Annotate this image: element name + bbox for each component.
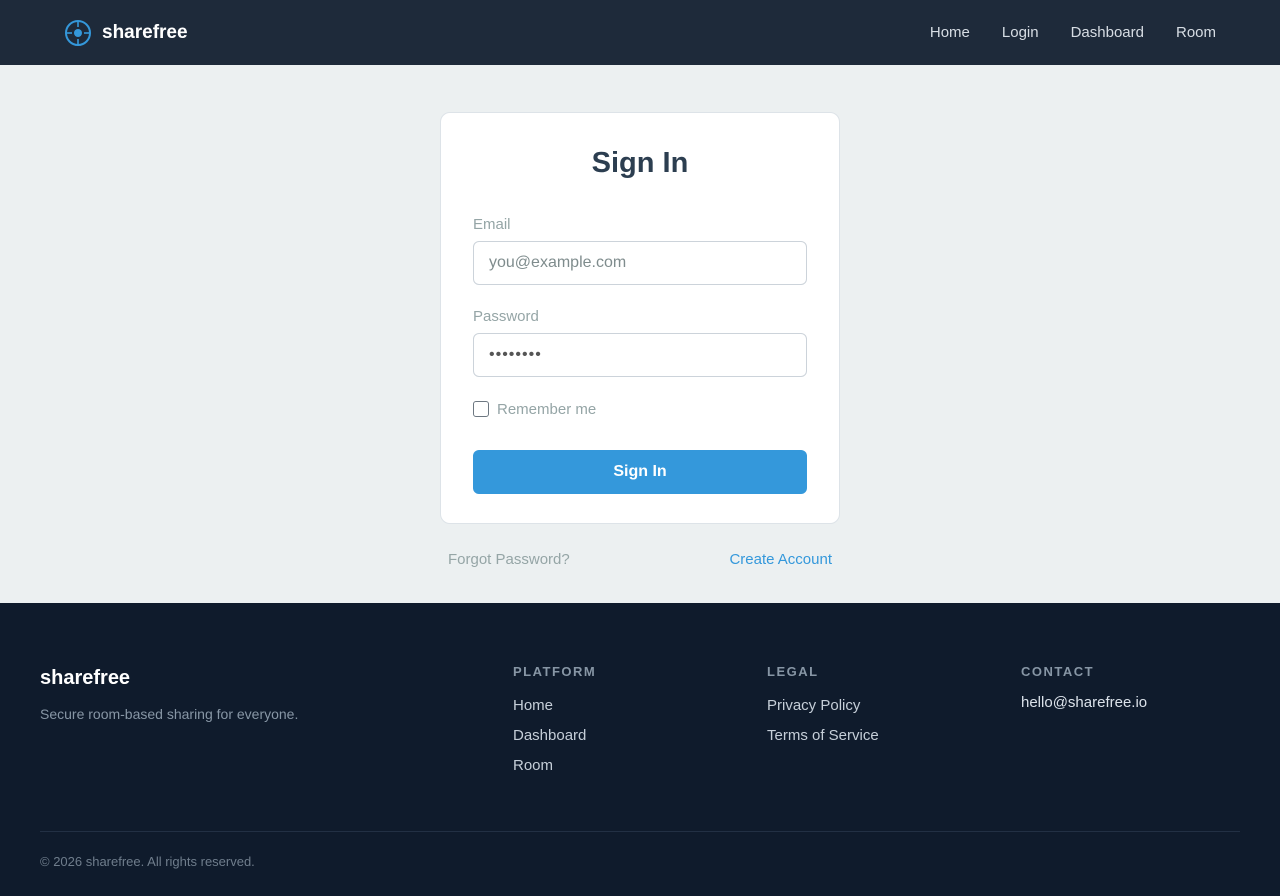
remember-checkbox[interactable]: [473, 401, 489, 417]
brand[interactable]: sharefree: [64, 19, 188, 47]
remember-label[interactable]: Remember me: [497, 401, 596, 418]
footer-platform-heading: PLATFORM: [513, 664, 597, 679]
forgot-password-link[interactable]: Forgot Password?: [448, 551, 570, 568]
footer-link-dashboard[interactable]: Dashboard: [513, 727, 596, 744]
brand-name: sharefree: [102, 21, 188, 43]
footer-link-privacy[interactable]: Privacy Policy: [767, 697, 879, 714]
footer-legal-column: LEGAL Privacy Policy Terms of Service: [767, 664, 879, 757]
footer-contact-email[interactable]: hello@sharefree.io: [1021, 694, 1147, 711]
footer-link-home[interactable]: Home: [513, 697, 596, 714]
site-footer: sharefree Secure room-based sharing for …: [0, 603, 1280, 896]
nav-dashboard[interactable]: Dashboard: [1071, 24, 1144, 41]
footer-link-terms[interactable]: Terms of Service: [767, 727, 879, 744]
footer-contact-heading: CONTACT: [1021, 664, 1095, 679]
footer-divider: [40, 831, 1240, 832]
signin-button[interactable]: Sign In: [473, 450, 807, 494]
email-label: Email: [473, 216, 511, 233]
auth-links: Forgot Password? Create Account: [448, 551, 832, 568]
footer-legal-heading: LEGAL: [767, 664, 819, 679]
top-navbar: sharefree Home Login Dashboard Room: [0, 0, 1280, 65]
footer-contact-column: CONTACT hello@sharefree.io: [1021, 664, 1147, 711]
main-nav: Home Login Dashboard Room: [930, 24, 1216, 41]
password-label: Password: [473, 308, 539, 325]
footer-brand: sharefree: [40, 667, 131, 689]
target-crosshair-icon: [64, 19, 92, 47]
create-account-link[interactable]: Create Account: [729, 551, 832, 568]
main-content: Sign In Email Password Remember me Sign …: [0, 65, 1280, 603]
nav-login[interactable]: Login: [1002, 24, 1039, 41]
remember-row: Remember me: [473, 400, 807, 418]
signin-card: Sign In Email Password Remember me Sign …: [440, 112, 840, 524]
footer-link-room[interactable]: Room: [513, 757, 596, 774]
footer-tagline: Secure room-based sharing for everyone.: [40, 706, 299, 722]
nav-room[interactable]: Room: [1176, 24, 1216, 41]
email-input[interactable]: [473, 241, 807, 285]
password-input[interactable]: [473, 333, 807, 377]
footer-platform-column: PLATFORM Home Dashboard Room: [513, 664, 596, 787]
nav-home[interactable]: Home: [930, 24, 970, 41]
footer-copyright: © 2026 sharefree. All rights reserved.: [40, 854, 255, 869]
signin-title: Sign In: [591, 147, 689, 179]
